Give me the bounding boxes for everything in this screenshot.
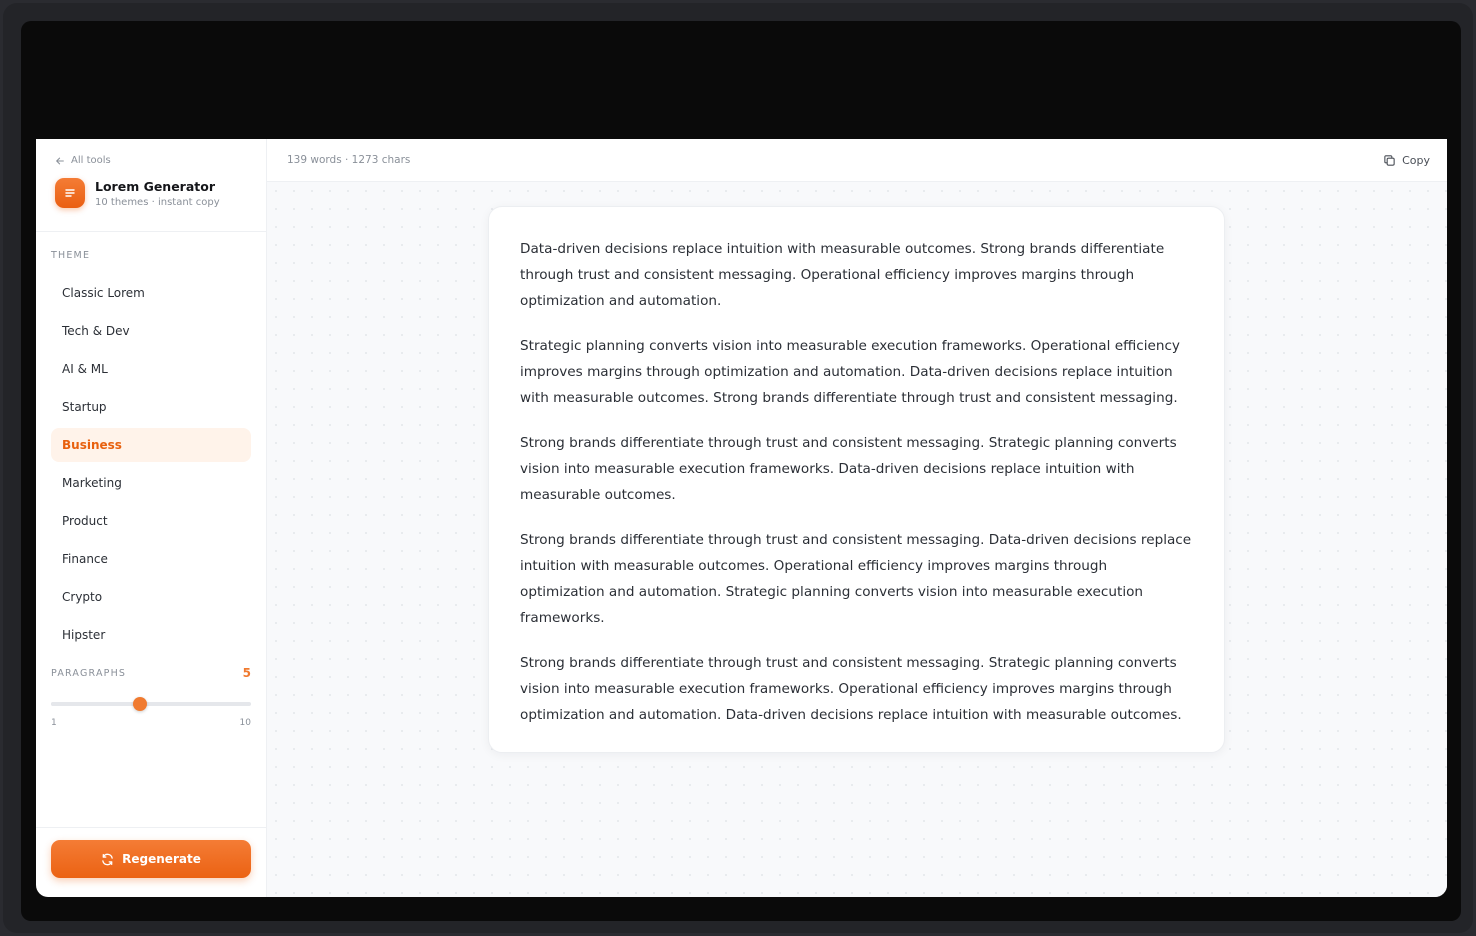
theme-item[interactable]: Finance: [51, 542, 251, 576]
paragraphs-slider[interactable]: [51, 697, 251, 711]
app-logo: [55, 178, 85, 208]
theme-item[interactable]: Tech & Dev: [51, 314, 251, 348]
theme-item[interactable]: Product: [51, 504, 251, 538]
app-subtitle: 10 themes · instant copy: [95, 196, 220, 208]
arrow-left-icon: [56, 157, 64, 164]
theme-item[interactable]: Crypto: [51, 580, 251, 614]
app-title: Lorem Generator: [95, 178, 216, 194]
app-brand: Lorem Generator 10 themes · instant copy: [55, 178, 251, 208]
sidebar-header: All tools Lorem Generator 10 themes · in…: [36, 139, 266, 232]
lorem-paragraph: Strong brands differentiate through trus…: [520, 435, 1177, 503]
sidebar-footer: Regenerate: [36, 827, 266, 897]
screen: All tools Lorem Generator 10 themes · in…: [21, 21, 1461, 921]
app-window: All tools Lorem Generator 10 themes · in…: [36, 139, 1447, 897]
main-panel: 139 words · 1273 chars Copy Data-driven …: [267, 139, 1447, 897]
refresh-icon: [102, 853, 113, 865]
paragraphs-label: PARAGRAPHS: [51, 667, 127, 679]
all-tools-label: All tools: [71, 155, 111, 166]
theme-item[interactable]: Business: [51, 428, 251, 462]
theme-item[interactable]: Marketing: [51, 466, 251, 500]
output-toolbar: 139 words · 1273 chars Copy: [267, 139, 1447, 182]
regenerate-button[interactable]: Regenerate: [51, 840, 251, 878]
lorem-paragraph: Strong brands differentiate through trus…: [520, 655, 1182, 723]
theme-item[interactable]: Startup: [51, 390, 251, 424]
lorem-paragraph: Strong brands differentiate through trus…: [520, 532, 1192, 626]
copy-button[interactable]: Copy: [1383, 154, 1430, 167]
word-char-count: 139 words · 1273 chars: [287, 154, 411, 166]
text-lines-icon: [65, 189, 75, 197]
regenerate-label: Regenerate: [122, 852, 201, 866]
theme-item[interactable]: AI & ML: [51, 352, 251, 386]
lorem-paragraph: Data-driven decisions replace intuition …: [520, 241, 1165, 309]
slider-max-label: 10: [239, 718, 251, 728]
copy-icon: [1384, 154, 1395, 166]
all-tools-link[interactable]: All tools: [55, 155, 251, 166]
device-bezel: All tools Lorem Generator 10 themes · in…: [3, 3, 1473, 933]
theme-item[interactable]: Classic Lorem: [51, 276, 251, 310]
slider-thumb[interactable]: [132, 697, 147, 711]
output-canvas: Data-driven decisions replace intuition …: [267, 182, 1447, 897]
sidebar: All tools Lorem Generator 10 themes · in…: [36, 139, 267, 897]
slider-fill: [51, 702, 140, 706]
theme-item[interactable]: Hipster: [51, 618, 251, 652]
theme-list: Classic Lorem Tech & Dev AI & ML Startup Bus…: [51, 276, 251, 656]
theme-section-label: THEME: [51, 250, 91, 261]
copy-label: Copy: [1402, 153, 1430, 167]
lorem-paragraph: Strategic planning converts vision into …: [520, 338, 1180, 406]
lorem-output-card[interactable]: Data-driven decisions replace intuition …: [488, 206, 1225, 753]
paragraphs-header: PARAGRAPHS 5: [51, 666, 251, 680]
slider-scale: 1 10: [51, 718, 251, 728]
paragraphs-value: 5: [242, 666, 251, 680]
slider-min-label: 1: [51, 718, 57, 728]
